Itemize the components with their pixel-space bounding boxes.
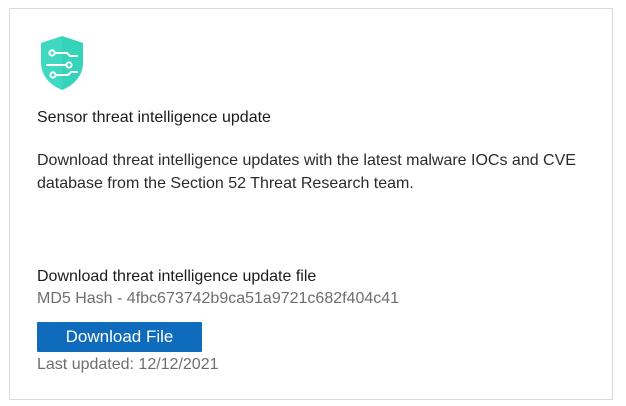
card-description: Download threat intelligence updates wit… xyxy=(37,152,576,192)
md5-hash-text: MD5 Hash - 4fbc673742b9ca51a9721c682f404… xyxy=(37,290,400,307)
card-title: Sensor threat intelligence update xyxy=(37,109,271,126)
last-updated-text: Last updated: 12/12/2021 xyxy=(37,356,219,373)
download-section-title: Download threat intelligence update file xyxy=(37,268,317,285)
shield-circuit-icon xyxy=(39,34,85,92)
download-file-button[interactable]: Download File xyxy=(37,322,202,352)
threat-intelligence-card: Sensor threat intelligence update Downlo… xyxy=(9,8,613,400)
